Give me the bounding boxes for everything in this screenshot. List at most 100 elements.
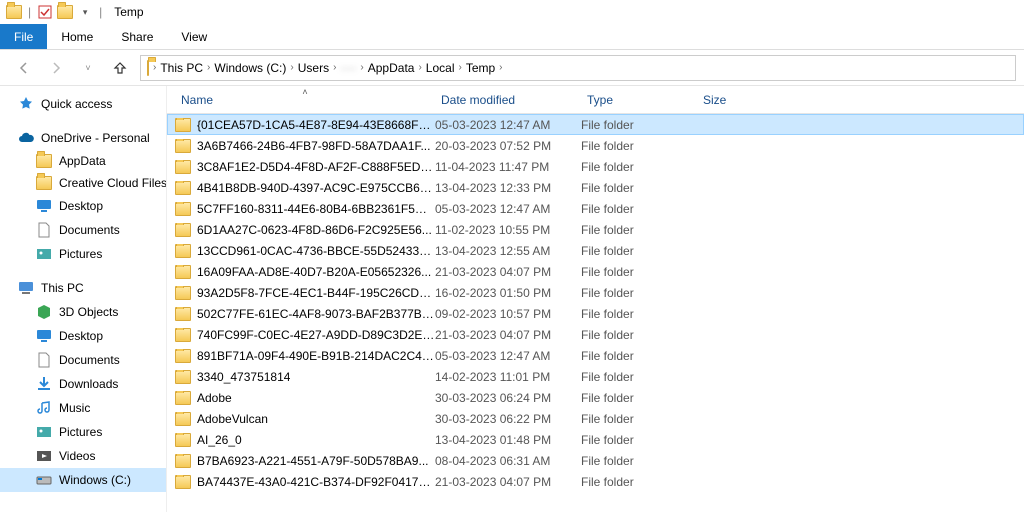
table-row[interactable]: 4B41B8DB-940D-4397-AC9C-E975CCB64...13-0… (167, 177, 1024, 198)
table-row[interactable]: Adobe30-03-2023 06:24 PMFile folder (167, 387, 1024, 408)
table-row[interactable]: B7BA6923-A221-4551-A79F-50D578BA9...08-0… (167, 450, 1024, 471)
table-row[interactable]: 3A6B7466-24B6-4FB7-98FD-58A7DAA1F...20-0… (167, 135, 1024, 156)
folder-icon (175, 202, 191, 216)
tab-file[interactable]: File (0, 24, 47, 49)
file-name: 740FC99F-C0EC-4E27-A9DD-D89C3D2EE... (197, 328, 435, 342)
table-row[interactable]: 740FC99F-C0EC-4E27-A9DD-D89C3D2EE...21-0… (167, 324, 1024, 345)
title-bar: | ▾ | Temp (0, 0, 1024, 24)
tab-share[interactable]: Share (107, 24, 167, 49)
nav-onedrive-pictures[interactable]: Pictures (0, 242, 166, 266)
nav-onedrive-ccf[interactable]: Creative Cloud Files (0, 172, 166, 194)
file-date: 13-04-2023 12:55 AM (435, 244, 581, 258)
nav-onedrive[interactable]: OneDrive - Personal (0, 126, 166, 150)
chevron-right-icon[interactable]: › (458, 62, 461, 73)
table-row[interactable]: BA74437E-43A0-421C-B374-DF92F04172...21-… (167, 471, 1024, 492)
crumb-drive[interactable]: Windows (C:)› (214, 61, 293, 75)
pc-icon (18, 280, 34, 296)
chevron-right-icon[interactable]: › (207, 62, 210, 73)
folder-icon (175, 244, 191, 258)
nav-music[interactable]: Music (0, 396, 166, 420)
download-icon (36, 376, 52, 392)
crumb-users[interactable]: Users› (298, 61, 337, 75)
file-type: File folder (581, 223, 697, 237)
nav-back-button[interactable] (12, 56, 36, 80)
folder-icon (147, 61, 149, 75)
table-row[interactable]: 502C77FE-61EC-4AF8-9073-BAF2B377B4...09-… (167, 303, 1024, 324)
file-date: 21-03-2023 04:07 PM (435, 475, 581, 489)
nav-onedrive-desktop[interactable]: Desktop (0, 194, 166, 218)
nav-documents[interactable]: Documents (0, 348, 166, 372)
file-name: AdobeVulcan (197, 412, 268, 426)
folder-icon (175, 307, 191, 321)
col-type[interactable]: Type (581, 93, 697, 107)
nav-3d-objects[interactable]: 3D Objects (0, 300, 166, 324)
qat-properties-icon[interactable] (37, 4, 53, 20)
crumb-this-pc[interactable]: This PC› (160, 61, 210, 75)
nav-this-pc[interactable]: This PC (0, 276, 166, 300)
separator: | (28, 5, 31, 19)
file-type: File folder (581, 412, 697, 426)
nav-recent-dropdown[interactable]: ˅ (76, 56, 100, 80)
tab-home[interactable]: Home (47, 24, 107, 49)
tab-view[interactable]: View (167, 24, 221, 49)
chevron-right-icon[interactable]: › (360, 62, 363, 73)
folder-icon (175, 286, 191, 300)
table-row[interactable]: 3340_47375181414-02-2023 11:01 PMFile fo… (167, 366, 1024, 387)
file-list-pane: Name˄ Date modified Type Size {01CEA57D-… (166, 86, 1024, 512)
file-name: 3340_473751814 (197, 370, 290, 384)
nav-quick-access[interactable]: Quick access (0, 92, 166, 116)
col-date[interactable]: Date modified (435, 93, 581, 107)
table-row[interactable]: 6D1AA27C-0623-4F8D-86D6-F2C925E56...11-0… (167, 219, 1024, 240)
table-row[interactable]: 3C8AF1E2-D5D4-4F8D-AF2F-C888F5ED9...11-0… (167, 156, 1024, 177)
nav-up-button[interactable] (108, 56, 132, 80)
nav-videos[interactable]: Videos (0, 444, 166, 468)
file-name: 93A2D5F8-7FCE-4EC1-B44F-195C26CDD... (197, 286, 435, 300)
chevron-right-icon[interactable]: › (499, 62, 502, 73)
table-row[interactable]: AdobeVulcan30-03-2023 06:22 PMFile folde… (167, 408, 1024, 429)
nav-downloads[interactable]: Downloads (0, 372, 166, 396)
crumb-local[interactable]: Local› (426, 61, 462, 75)
drive-icon (36, 472, 52, 488)
crumb-user[interactable]: ····› (340, 61, 363, 75)
music-icon (36, 400, 52, 416)
col-size[interactable]: Size (697, 93, 777, 107)
crumb-appdata[interactable]: AppData› (368, 61, 422, 75)
folder-icon (175, 328, 191, 342)
table-row[interactable]: 93A2D5F8-7FCE-4EC1-B44F-195C26CDD...16-0… (167, 282, 1024, 303)
chevron-right-icon[interactable]: › (333, 62, 336, 73)
table-row[interactable]: {01CEA57D-1CA5-4E87-8E94-43E8668F9...05-… (167, 114, 1024, 135)
chevron-right-icon[interactable]: › (290, 62, 293, 73)
table-row[interactable]: AI_26_013-04-2023 01:48 PMFile folder (167, 429, 1024, 450)
chevron-right-icon[interactable]: › (153, 62, 156, 73)
breadcrumb[interactable]: › This PC› Windows (C:)› Users› ····› Ap… (140, 55, 1016, 81)
qat-folder-icon[interactable] (57, 4, 73, 20)
nav-windows-drive[interactable]: Windows (C:) (0, 468, 166, 492)
chevron-right-icon[interactable]: › (418, 62, 421, 73)
qat-dropdown-icon[interactable]: ▾ (77, 4, 93, 20)
file-date: 20-03-2023 07:52 PM (435, 139, 581, 153)
nav-onedrive-documents[interactable]: Documents (0, 218, 166, 242)
table-row[interactable]: 891BF71A-09F4-490E-B91B-214DAC2C4F...05-… (167, 345, 1024, 366)
table-row[interactable]: 16A09FAA-AD8E-40D7-B20A-E05652326...21-0… (167, 261, 1024, 282)
file-type: File folder (581, 286, 697, 300)
nav-pictures[interactable]: Pictures (0, 420, 166, 444)
folder-icon (175, 391, 191, 405)
folder-icon (36, 154, 52, 168)
crumb-temp[interactable]: Temp› (466, 61, 503, 75)
file-type: File folder (581, 139, 697, 153)
document-icon (36, 222, 52, 238)
table-row[interactable]: 13CCD961-0CAC-4736-BBCE-55D52433C...13-0… (167, 240, 1024, 261)
table-row[interactable]: 5C7FF160-8311-44E6-80B4-6BB2361F5C2705-0… (167, 198, 1024, 219)
ribbon: File Home Share View (0, 24, 1024, 50)
col-name[interactable]: Name˄ (175, 93, 435, 107)
nav-forward-button[interactable] (44, 56, 68, 80)
cloud-icon (18, 130, 34, 146)
folder-icon (175, 349, 191, 363)
file-type: File folder (581, 475, 697, 489)
nav-desktop[interactable]: Desktop (0, 324, 166, 348)
nav-onedrive-appdata[interactable]: AppData (0, 150, 166, 172)
file-type: File folder (581, 433, 697, 447)
star-icon (18, 96, 34, 112)
file-type: File folder (581, 328, 697, 342)
navigation-pane: Quick access OneDrive - Personal AppData… (0, 86, 166, 512)
